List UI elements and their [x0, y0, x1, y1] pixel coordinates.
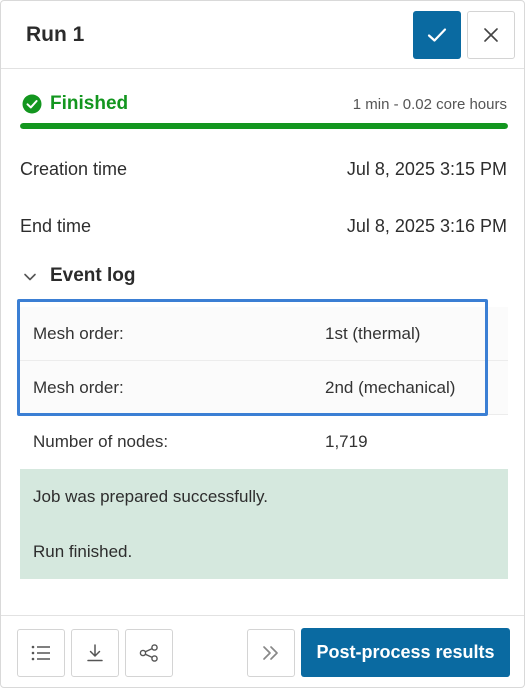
event-log-table: Mesh order: 1st (thermal) Mesh order: 2n…: [20, 307, 508, 469]
page-title: Run 1: [26, 23, 85, 46]
status-row: Finished 1 min - 0.02 core hours: [20, 93, 508, 117]
log-key: Number of nodes:: [33, 432, 169, 451]
skip-forward-button[interactable]: [247, 629, 295, 677]
log-key: Mesh order:: [33, 324, 124, 343]
check-icon: [427, 28, 447, 42]
table-row: Mesh order: 1st (thermal): [20, 307, 508, 361]
check-circle-icon: [22, 94, 42, 114]
panel-footer: Post-process results: [1, 615, 524, 687]
progress-fill: [20, 123, 508, 129]
table-row: Mesh order: 2nd (mechanical): [20, 361, 508, 415]
share-icon: [139, 644, 158, 662]
run-duration: 1 min - 0.02 core hours: [352, 96, 507, 113]
end-time-value: Jul 8, 2025 3:16 PM: [346, 216, 507, 236]
creation-time-row: Creation time Jul 8, 2025 3:15 PM: [20, 159, 508, 185]
event-messages: Job was prepared successfully. Run finis…: [20, 469, 508, 579]
log-message: Run finished.: [33, 542, 133, 561]
creation-time-value: Jul 8, 2025 3:15 PM: [346, 159, 507, 179]
double-chevron-right-icon: [263, 646, 278, 660]
confirm-button[interactable]: [413, 11, 461, 59]
progress-bar: [20, 123, 508, 129]
run-panel: Run 1 Finished 1 min - 0.02 core hours C…: [0, 0, 525, 688]
creation-time-label: Creation time: [20, 159, 128, 179]
list-button[interactable]: [17, 629, 65, 677]
event-log-title: Event log: [50, 265, 136, 286]
close-button[interactable]: [467, 11, 515, 59]
list-icon: [31, 645, 50, 661]
post-process-button[interactable]: Post-process results: [301, 628, 510, 677]
log-value: 1st (thermal): [325, 324, 421, 343]
close-icon: [484, 28, 498, 42]
status-label: Finished: [50, 93, 129, 114]
chevron-down-icon: [24, 273, 36, 281]
log-value: 2nd (mechanical): [325, 378, 456, 397]
end-time-label: End time: [20, 216, 92, 236]
table-row: Number of nodes: 1,719: [20, 415, 508, 469]
download-icon: [87, 644, 103, 662]
log-value: 1,719: [325, 432, 368, 451]
share-button[interactable]: [125, 629, 173, 677]
download-button[interactable]: [71, 629, 119, 677]
log-message: Job was prepared successfully.: [33, 487, 268, 506]
panel-header: Run 1: [1, 1, 524, 69]
log-key: Mesh order:: [33, 378, 124, 397]
end-time-row: End time Jul 8, 2025 3:16 PM: [20, 216, 508, 242]
